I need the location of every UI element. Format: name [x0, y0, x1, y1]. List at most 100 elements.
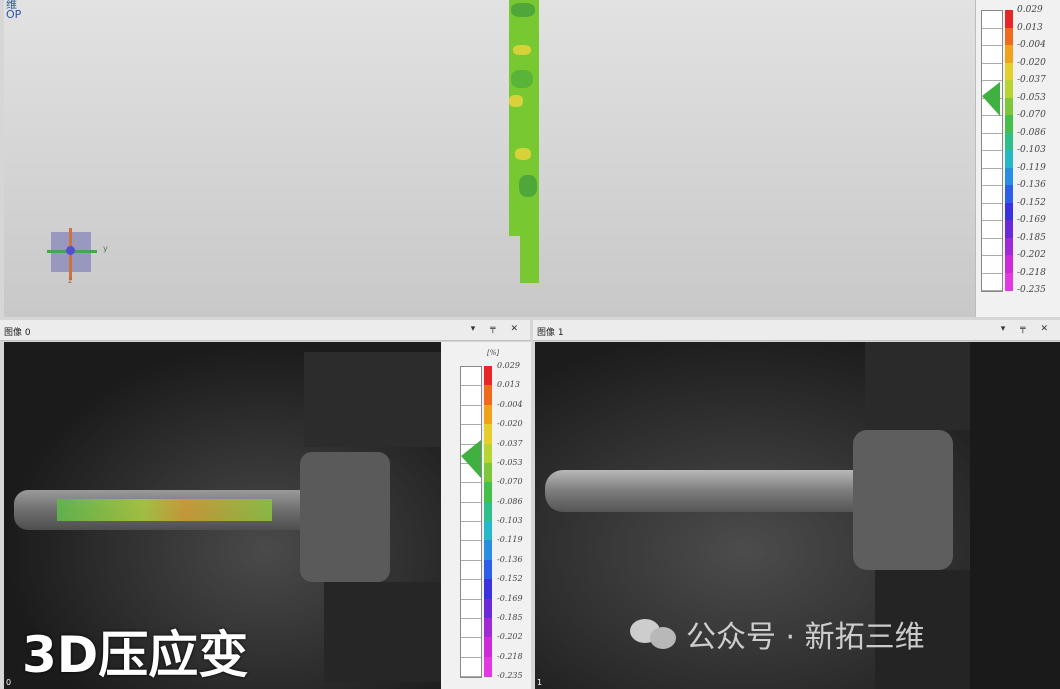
- histogram-cell: [982, 11, 1002, 29]
- histogram-cell: [982, 274, 1002, 291]
- colorbar-segment: [484, 366, 492, 386]
- histogram-cell: [982, 169, 1002, 186]
- specimen-strain-map-lower: [520, 236, 539, 283]
- grip-clamp-top: [304, 352, 441, 447]
- panel-header-image1: 图像 1 ▾ ╤ ✕: [533, 320, 1060, 341]
- grip-block: [853, 430, 953, 570]
- legend-tick-label: -0.103: [497, 516, 523, 525]
- histogram-peak: [982, 82, 1000, 116]
- histogram-cell: [982, 256, 1002, 274]
- legend-tick-label: 0.013: [497, 380, 520, 390]
- legend-tick-label: -0.070: [497, 477, 523, 487]
- colorbar-segment: [484, 385, 492, 406]
- colorbar-segment: [1005, 80, 1013, 98]
- legend-tick-label: -0.218: [1017, 267, 1046, 278]
- strain-patch: [513, 45, 531, 55]
- strain-patch: [511, 70, 533, 88]
- legend-tick-label: -0.185: [497, 612, 523, 622]
- legend-tick-label: -0.070: [1017, 110, 1046, 120]
- histogram-cell: [982, 64, 1002, 81]
- strain-patch: [511, 3, 535, 17]
- specimen-rod: [545, 470, 865, 512]
- wechat-icon: [630, 617, 678, 651]
- colorbar-segment: [1005, 10, 1013, 28]
- colorbar-segment: [484, 482, 492, 503]
- histogram-cell: [461, 367, 481, 387]
- legend-colorbar: [1005, 10, 1013, 291]
- histogram-cell: [982, 151, 1002, 169]
- histogram-cell: [461, 406, 481, 426]
- colorbar-segment: [1005, 202, 1013, 221]
- y-axis-label: y: [103, 244, 108, 253]
- colorbar-segment: [1005, 167, 1013, 186]
- panel-controls[interactable]: ▾ ╤ ✕: [471, 324, 524, 334]
- colorbar-segment: [484, 501, 492, 522]
- legend-tick-label: -0.235: [497, 671, 523, 680]
- histogram-cell: [461, 580, 481, 600]
- panel-header-image0: 图像 0 ▾ ╤ ✕: [0, 320, 530, 341]
- specimen-strain-map: [509, 0, 539, 236]
- colorbar-segment: [484, 656, 492, 677]
- strain-patch: [509, 95, 523, 107]
- legend-histogram: [981, 10, 1003, 292]
- histogram-cell: [982, 116, 1002, 134]
- colorbar-segment: [1005, 132, 1013, 151]
- grip-clamp-top: [865, 342, 970, 430]
- colorbar-segment: [1005, 237, 1013, 256]
- legend-tick-label: -0.218: [497, 651, 523, 661]
- histogram-cell: [461, 386, 481, 406]
- histogram-cell: [982, 204, 1002, 221]
- colorbar-segment: [1005, 97, 1013, 116]
- legend-unit: [%]: [487, 349, 500, 357]
- watermark-text: 公众号 · 新拓三维: [686, 620, 925, 655]
- legend-tick-label: -0.020: [497, 419, 523, 429]
- axis-triad[interactable]: y z: [47, 228, 108, 285]
- colorbar-segment: [484, 617, 492, 638]
- histogram-cell: [461, 600, 481, 619]
- histogram-cell: [461, 503, 481, 522]
- histogram-cell: [982, 29, 1002, 46]
- colorbar-segment: [1005, 115, 1013, 133]
- colorbar-segment: [1005, 272, 1013, 291]
- histogram-peak: [461, 440, 481, 478]
- colorbar-segment: [484, 443, 492, 464]
- legend-tick-label: 0.029: [1017, 5, 1043, 15]
- histogram-cell: [982, 221, 1002, 239]
- legend-tick-label: -0.152: [1017, 197, 1046, 208]
- strain-overlay: [57, 499, 272, 521]
- histogram-cell: [461, 638, 481, 658]
- legend-tick-label: -0.103: [1017, 145, 1046, 155]
- panel-controls[interactable]: ▾ ╤ ✕: [1001, 324, 1054, 334]
- legend-tick-label: -0.119: [1017, 162, 1046, 173]
- legend-tick-label: -0.086: [497, 496, 523, 506]
- histogram-cell: [982, 46, 1002, 64]
- legend-colorbar: [484, 366, 492, 677]
- colorbar-segment: [1005, 255, 1013, 273]
- histogram-cell: [461, 541, 481, 561]
- legend-tick-label: -0.185: [1017, 232, 1046, 243]
- legend-tick-label: -0.037: [1017, 75, 1046, 85]
- legend-tick-label: -0.119: [497, 535, 523, 545]
- histogram-cell: [982, 134, 1002, 151]
- panel-title: 图像 0: [4, 328, 31, 338]
- colorbar-segment: [1005, 45, 1013, 63]
- histogram-cell: [461, 619, 481, 639]
- panel-title: 图像 1: [537, 328, 564, 338]
- z-axis-label: z: [68, 276, 73, 285]
- origin-dot: [66, 246, 75, 255]
- legend-tick-label: -0.235: [1017, 285, 1046, 295]
- colorbar-segment: [484, 462, 492, 483]
- image-margin: [970, 342, 1060, 689]
- legend-tick-label: -0.037: [497, 438, 523, 448]
- grip-block: [300, 452, 390, 582]
- histogram-cell: [461, 561, 481, 581]
- top-legend-panel: 0.029 0.013 -0.004 -0.020 -0.037 -0.053 -0.070…: [975, 0, 1060, 317]
- legend-tick-label: -0.202: [497, 632, 523, 642]
- 3d-view[interactable]: 维 OP y z: [4, 0, 975, 317]
- legend-tick-label: 0.029: [497, 361, 520, 370]
- colorbar-segment: [1005, 150, 1013, 168]
- legend-tick-label: -0.020: [1017, 57, 1046, 68]
- colorbar-segment: [484, 637, 492, 658]
- colorbar-segment: [1005, 27, 1013, 46]
- colorbar-segment: [484, 579, 492, 599]
